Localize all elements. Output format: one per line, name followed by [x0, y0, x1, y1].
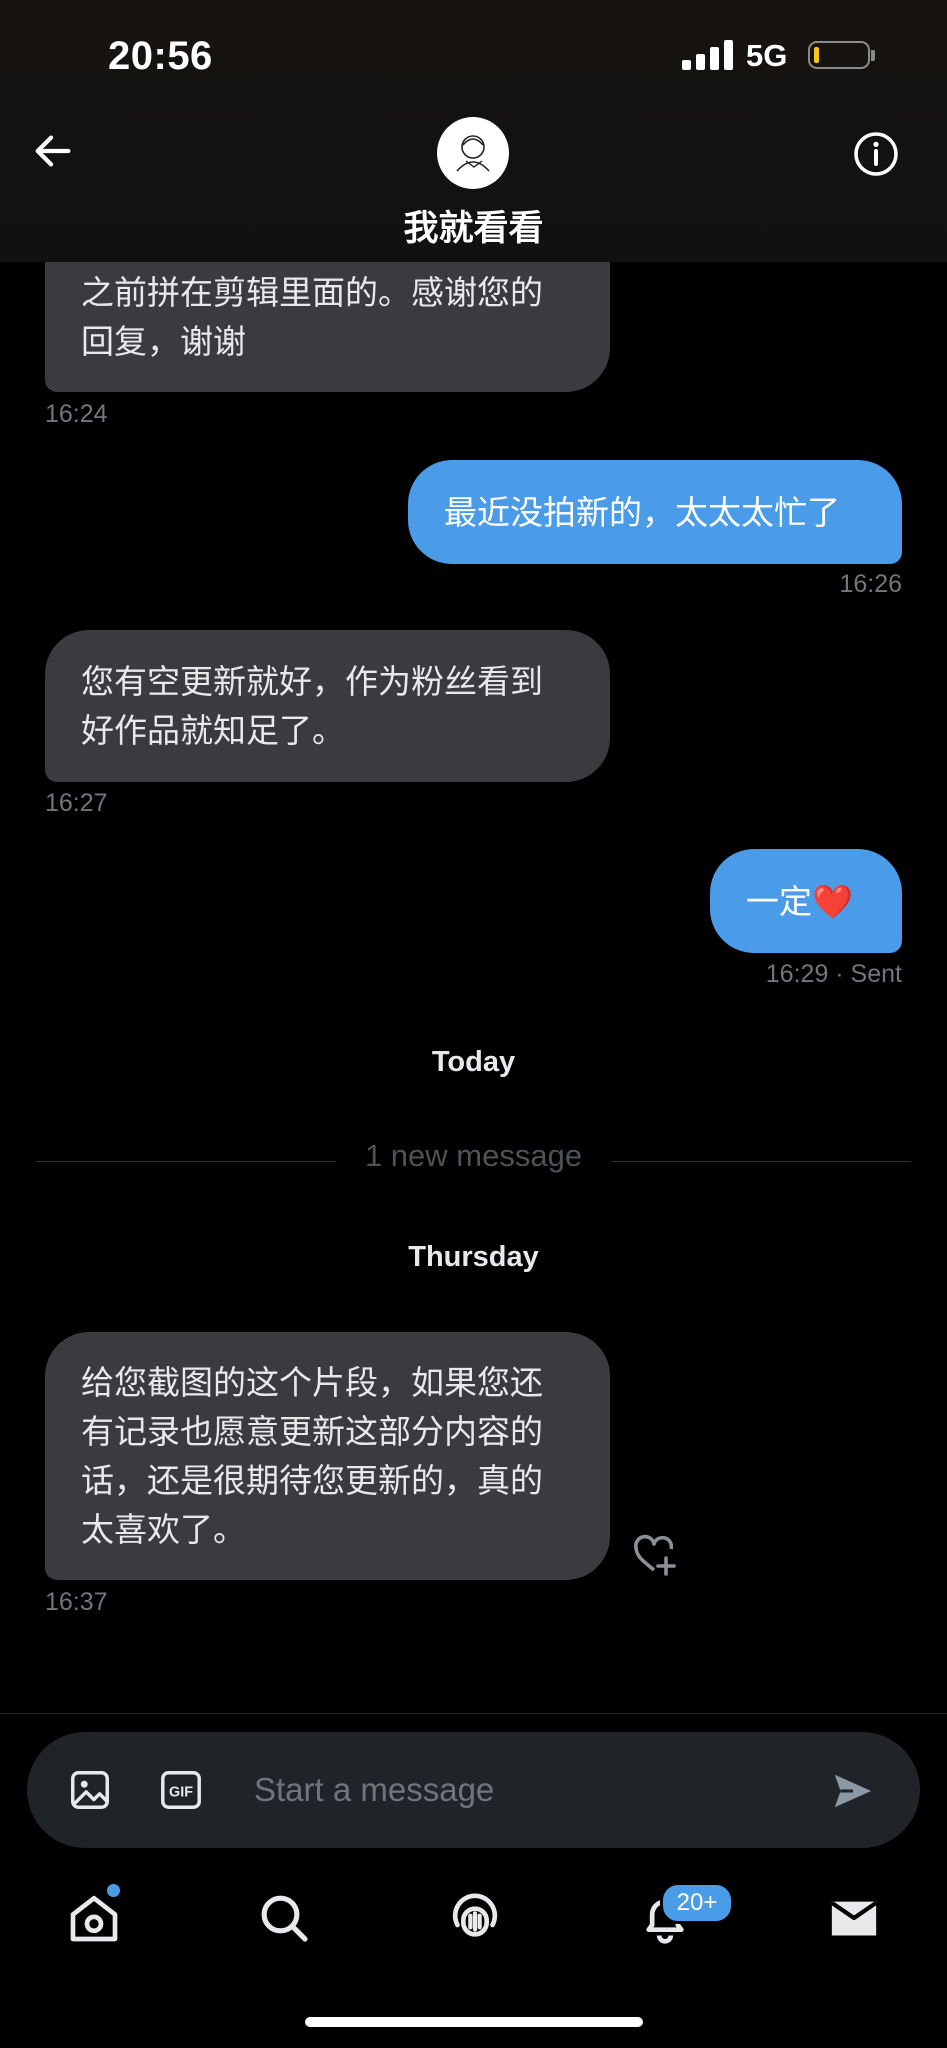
- date-separator-today: Today: [431, 1046, 516, 1078]
- message-bubble-outgoing[interactable]: 一定❤️: [710, 849, 902, 953]
- message-line: 之前拼在剪辑里面的。感谢您的: [81, 274, 543, 311]
- conversation-title: 我就看看: [403, 209, 544, 248]
- send-icon[interactable]: [830, 1768, 876, 1814]
- message-line: 一定❤️: [746, 882, 854, 920]
- notification-badge: 20+: [660, 1882, 734, 1924]
- avatar[interactable]: [437, 117, 509, 189]
- message-bubble-incoming[interactable]: 您有空更新就好，作为粉丝看到 好作品就知足了。: [45, 630, 610, 782]
- message-bubble-outgoing[interactable]: 最近没拍新的，太太太忙了: [408, 460, 902, 564]
- add-reaction-icon[interactable]: [630, 1530, 678, 1578]
- message-line: 最近没拍新的，太太太忙了: [444, 493, 840, 531]
- back-arrow-icon[interactable]: [30, 128, 76, 174]
- home-indicator: [305, 2017, 643, 2027]
- message-timestamp: 16:27: [45, 789, 108, 817]
- message-line: 太喜欢了。: [81, 1511, 246, 1548]
- message-timestamp: 16:26: [839, 570, 902, 598]
- info-icon[interactable]: [852, 130, 900, 178]
- gif-icon[interactable]: GIF: [158, 1767, 204, 1813]
- message-line: 话，还是很期待您更新的，真的: [81, 1462, 543, 1499]
- home-icon[interactable]: [66, 1890, 122, 1946]
- date-separator-thursday: Thursday: [408, 1241, 539, 1273]
- message-timestamp: 16:37: [45, 1588, 108, 1616]
- image-icon[interactable]: [67, 1767, 113, 1813]
- message-line: 回复，谢谢: [81, 323, 246, 360]
- message-input[interactable]: [254, 1768, 794, 1812]
- new-message-label: 1 new message: [364, 1138, 583, 1173]
- status-time: 20:56: [108, 34, 213, 78]
- battery-cap: [871, 50, 875, 61]
- message-timestamp: 16:24: [45, 400, 108, 428]
- battery-icon: [808, 41, 870, 69]
- message-line: 好作品就知足了。: [81, 712, 345, 749]
- message-line: 有记录也愿意更新这部分内容的: [81, 1413, 543, 1450]
- messages-icon[interactable]: [826, 1890, 882, 1946]
- message-line: 您有空更新就好，作为粉丝看到: [81, 663, 543, 700]
- message-line: 给您截图的这个片段，如果您还: [81, 1364, 543, 1401]
- search-icon[interactable]: [256, 1890, 312, 1946]
- signal-icon: [682, 40, 734, 70]
- network-type: 5G: [746, 38, 788, 73]
- message-timestamp: 16:29 · Sent: [765, 960, 902, 988]
- svg-text:GIF: GIF: [169, 1785, 193, 1801]
- home-unread-dot: [107, 1884, 120, 1897]
- composer-divider: [0, 1713, 947, 1714]
- message-bubble-incoming[interactable]: 给您截图的这个片段，如果您还 有记录也愿意更新这部分内容的 话，还是很期待您更新…: [45, 1332, 610, 1580]
- spaces-icon[interactable]: [447, 1890, 503, 1946]
